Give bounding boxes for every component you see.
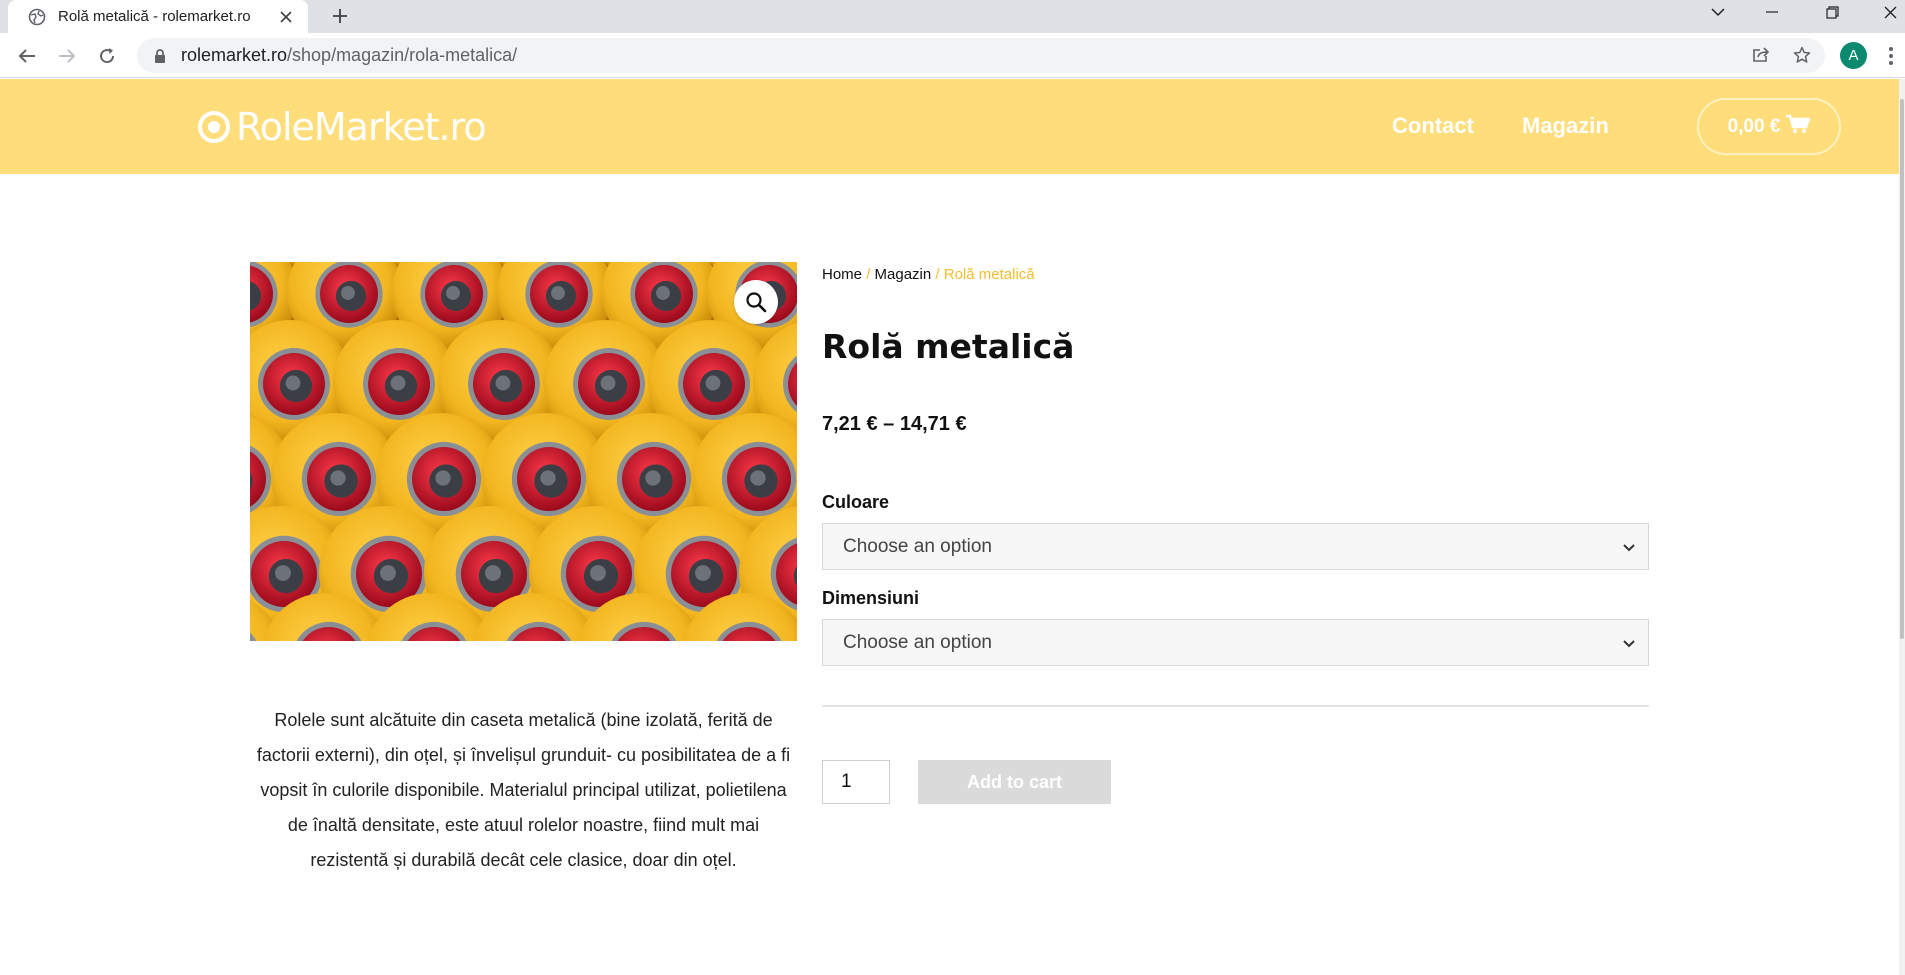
- web-page: RoleMarket.ro Contact Magazin 0,00 € Rol…: [0, 79, 1905, 975]
- scrollbar-thumb[interactable]: [1900, 99, 1904, 639]
- variation-label-culoare: Culoare: [822, 492, 890, 512]
- breadcrumb-separator: /: [866, 266, 871, 283]
- url-bar[interactable]: rolemarket.ro/shop/magazin/rola-metalica…: [137, 38, 1825, 73]
- breadcrumb-magazin-link[interactable]: Magazin: [875, 266, 932, 283]
- page-scrollbar[interactable]: [1899, 79, 1905, 975]
- lock-icon: [151, 47, 169, 65]
- shopping-cart-icon: [1786, 114, 1811, 140]
- divider: [822, 705, 1649, 707]
- header-cart-button[interactable]: 0,00 €: [1697, 98, 1841, 155]
- breadcrumb-separator: /: [935, 266, 940, 283]
- breadcrumb-current: Rolă metalică: [943, 266, 1035, 283]
- tab-close-icon[interactable]: [276, 7, 296, 27]
- dimensiuni-select-value: Choose an option: [843, 631, 992, 653]
- dimensiuni-select[interactable]: Choose an option: [822, 619, 1649, 666]
- close-window-icon[interactable]: [1870, 0, 1905, 24]
- logo-text: RoleMarket.ro: [236, 105, 487, 149]
- restore-icon[interactable]: [1812, 0, 1852, 24]
- bookmark-star-icon[interactable]: [1787, 40, 1817, 70]
- browser-menu-icon[interactable]: [1884, 42, 1898, 69]
- product-title: Rolă metalică: [822, 327, 1075, 366]
- add-to-cart-button[interactable]: Add to cart: [918, 760, 1111, 804]
- culoare-select-value: Choose an option: [843, 535, 992, 557]
- share-icon[interactable]: [1746, 40, 1776, 70]
- chevron-down-icon: [1623, 640, 1635, 648]
- url-path: /shop/magazin/rola-metalica/: [287, 45, 518, 65]
- breadcrumb-home-link[interactable]: Home: [822, 266, 862, 283]
- zoom-magnifier-icon[interactable]: [734, 280, 778, 324]
- chevron-down-icon: [1623, 544, 1635, 552]
- profile-avatar[interactable]: A: [1840, 42, 1867, 69]
- logo-ring-icon: [198, 111, 230, 143]
- cart-total: 0,00 €: [1727, 115, 1781, 137]
- quantity-input[interactable]: 1: [822, 760, 890, 804]
- culoare-select[interactable]: Choose an option: [822, 523, 1649, 570]
- tab-search-chevron-icon[interactable]: [1698, 0, 1738, 24]
- site-logo[interactable]: RoleMarket.ro: [198, 105, 487, 149]
- new-tab-icon[interactable]: [325, 1, 355, 31]
- browser-tab-strip: Rolă metalică - rolemarket.ro: [0, 0, 1905, 33]
- forward-arrow-icon[interactable]: [52, 41, 82, 71]
- tab-title: Rolă metalică - rolemarket.ro: [58, 8, 251, 25]
- breadcrumb: Home / Magazin / Rolă metalică: [822, 266, 1035, 283]
- address-toolbar: rolemarket.ro/shop/magazin/rola-metalica…: [0, 33, 1905, 78]
- site-header: RoleMarket.ro Contact Magazin 0,00 €: [0, 79, 1899, 174]
- product-price: 7,21 € – 14,71 €: [822, 413, 967, 435]
- reload-icon[interactable]: [92, 41, 122, 71]
- url-host: rolemarket.ro: [181, 45, 288, 65]
- globe-icon: [28, 8, 46, 26]
- nav-contact-link[interactable]: Contact: [1392, 113, 1474, 139]
- nav-magazin-link[interactable]: Magazin: [1522, 113, 1609, 139]
- minimize-icon[interactable]: [1752, 0, 1792, 24]
- browser-tab[interactable]: Rolă metalică - rolemarket.ro: [8, 0, 308, 33]
- product-description: Rolele sunt alcătuite din caseta metalic…: [256, 710, 791, 870]
- variation-label-dimensiuni: Dimensiuni: [822, 588, 920, 608]
- product-image[interactable]: [250, 262, 797, 641]
- back-arrow-icon[interactable]: [12, 41, 42, 71]
